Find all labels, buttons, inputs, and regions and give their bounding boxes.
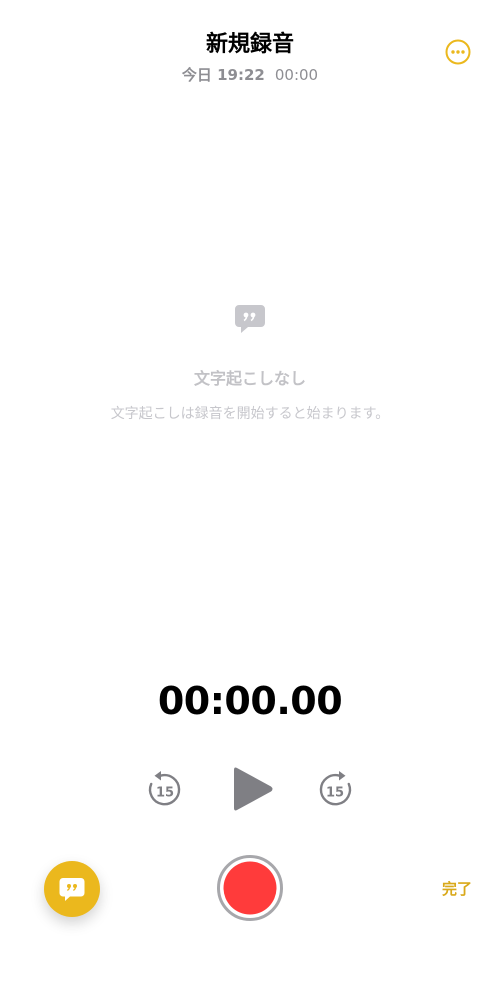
elapsed-time: 00:00.00 [157, 679, 343, 723]
play-icon [234, 767, 273, 811]
transcript-empty-message: 文字起こしは録音を開始すると始まります。 [110, 406, 390, 422]
record-button[interactable] [216, 854, 284, 922]
transcript-empty-title: 文字起こしなし [193, 369, 306, 388]
ellipsis-circle-icon [445, 39, 471, 65]
skip-forward-button[interactable]: 15 [316, 771, 354, 809]
done-button[interactable]: 完了 [430, 877, 484, 901]
goforward-15-icon: 15 [319, 771, 352, 806]
skip-forward-seconds: 15 [326, 786, 344, 801]
transcript-toggle-button[interactable] [44, 861, 100, 917]
quote-bubble-icon [59, 878, 85, 901]
transcript-placeholder-icon [233, 302, 267, 336]
recording-duration: 00:00 [274, 66, 319, 84]
recording-title[interactable]: 新規録音 [0, 28, 500, 62]
quote-bubble-icon [235, 305, 265, 333]
record-icon [217, 855, 283, 921]
gobackward-15-icon: 15 [148, 771, 181, 806]
recording-date: 今日 19:22 [181, 66, 265, 84]
play-button[interactable] [230, 764, 276, 814]
skip-back-seconds: 15 [156, 786, 174, 801]
recording-meta: 今日 19:22 00:00 [0, 65, 500, 85]
more-options-button[interactable] [445, 39, 471, 65]
voice-memo-screen: 新規録音 今日 19:22 00:00 文字起こしなし 文字起こしは録音を開始する… [0, 0, 500, 987]
skip-back-button[interactable]: 15 [146, 771, 184, 809]
